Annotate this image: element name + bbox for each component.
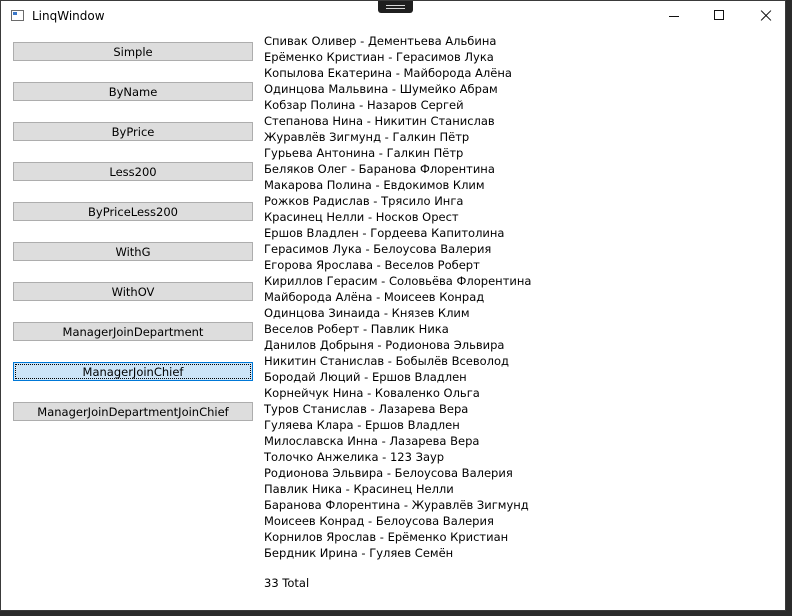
list-item: Туров Станислав - Лазарева Вера [264, 402, 469, 416]
minimize-icon [669, 16, 679, 17]
result-list: Спивак Оливер - Дементьева Альбина Ерёмен… [264, 33, 531, 561]
query-button-managerjoindepartment[interactable]: ManagerJoinDepartment [13, 322, 253, 341]
title-bar[interactable]: LinqWindow [1, 1, 785, 31]
query-button-byname[interactable]: ByName [13, 82, 253, 101]
list-item: Спивак Оливер - Дементьева Альбина [264, 34, 497, 48]
query-button-managerjoindepartmentjoinchief[interactable]: ManagerJoinDepartmentJoinChief [13, 402, 253, 421]
close-button[interactable] [743, 1, 789, 31]
list-item: Корнейчук Нина - Коваленко Ольга [264, 386, 480, 400]
button-label: ByPrice [111, 124, 155, 139]
query-button-withg[interactable]: WithG [13, 242, 253, 261]
total-count: 33 Total [264, 576, 310, 590]
list-item: Толочко Анжелика - 123 Заур [264, 450, 445, 464]
button-label: WithG [115, 244, 151, 259]
button-label: ByName [108, 84, 158, 99]
list-item: Милославска Инна - Лазарева Вера [264, 434, 480, 448]
list-item: Журавлёв Зигмунд - Галкин Пётр [264, 130, 470, 144]
query-button-byprice[interactable]: ByPrice [13, 122, 253, 141]
list-item: Макарова Полина - Евдокимов Клим [264, 178, 485, 192]
minimize-button[interactable] [651, 1, 697, 31]
list-item: Родионова Эльвира - Белоусова Валерия [264, 466, 513, 480]
list-item: Ершов Владлен - Гордеева Капитолина [264, 226, 505, 240]
list-item: Никитин Станислав - Бобылёв Всеволод [264, 354, 510, 368]
list-item: Кириллов Герасим - Соловьёва Флорентина [264, 274, 532, 288]
list-item: Красинец Нелли - Носков Орест [264, 210, 459, 224]
query-button-bypriceless200[interactable]: ByPriceLess200 [13, 202, 253, 221]
list-item: Рожков Радислав - Трясило Инга [264, 194, 464, 208]
button-label: Less200 [109, 164, 157, 179]
list-item: Егорова Ярослава - Веселов Роберт [264, 258, 480, 272]
window-title: LinqWindow [32, 9, 105, 23]
snap-grip-handle[interactable] [378, 1, 413, 13]
app-window-icon [11, 10, 24, 21]
query-button-managerjoinchief[interactable]: ManagerJoinChief [13, 362, 253, 381]
button-label: ManagerJoinDepartmentJoinChief [37, 404, 229, 419]
list-item: Герасимов Лука - Белоусова Валерия [264, 242, 492, 256]
list-item: Корнилов Ярослав - Ерёменко Кристиан [264, 530, 509, 544]
list-item: Гуляева Клара - Ершов Владлен [264, 418, 460, 432]
list-item: Кобзар Полина - Назаров Сергей [264, 98, 464, 112]
list-item: Павлик Ника - Красинец Нелли [264, 482, 454, 496]
list-item: Бородай Люций - Ершов Владлен [264, 370, 467, 384]
maximize-button[interactable] [697, 1, 743, 31]
query-button-withov[interactable]: WithOV [13, 282, 253, 301]
button-label: WithOV [111, 284, 155, 299]
list-item: Веселов Роберт - Павлик Ника [264, 322, 449, 336]
maximize-icon [714, 10, 724, 20]
button-label: ManagerJoinDepartment [62, 324, 204, 339]
list-item: Моисеев Конрад - Белоусова Валерия [264, 514, 494, 528]
button-label: ManagerJoinChief [82, 364, 184, 379]
query-button-simple[interactable]: Simple [13, 42, 253, 61]
list-item: Ерёменко Кристиан - Герасимов Лука [264, 50, 494, 64]
list-item: Бердник Ирина - Гуляев Семён [264, 546, 454, 560]
button-label: Simple [113, 44, 153, 59]
list-item: Баранова Флорентина - Журавлёв Зигмунд [264, 498, 529, 512]
button-label: ByPriceLess200 [88, 204, 178, 219]
query-button-less200[interactable]: Less200 [13, 162, 253, 181]
list-item: Одинцова Зинаида - Князев Клим [264, 306, 470, 320]
list-item: Данилов Добрыня - Родионова Эльвира [264, 338, 505, 352]
list-item: Степанова Нина - Никитин Станислав [264, 114, 495, 128]
list-item: Одинцова Мальвина - Шумейко Абрам [264, 82, 498, 96]
list-item: Гурьева Антонина - Галкин Пётр [264, 146, 464, 160]
list-item: Копылова Екатерина - Майборода Алёна [264, 66, 512, 80]
list-item: Майборода Алёна - Моисеев Конрад [264, 290, 485, 304]
linq-window: LinqWindow Simple ByName ByPrice Less200 ByP… [0, 0, 786, 611]
list-item: Беляков Олег - Баранова Флорентина [264, 162, 495, 176]
